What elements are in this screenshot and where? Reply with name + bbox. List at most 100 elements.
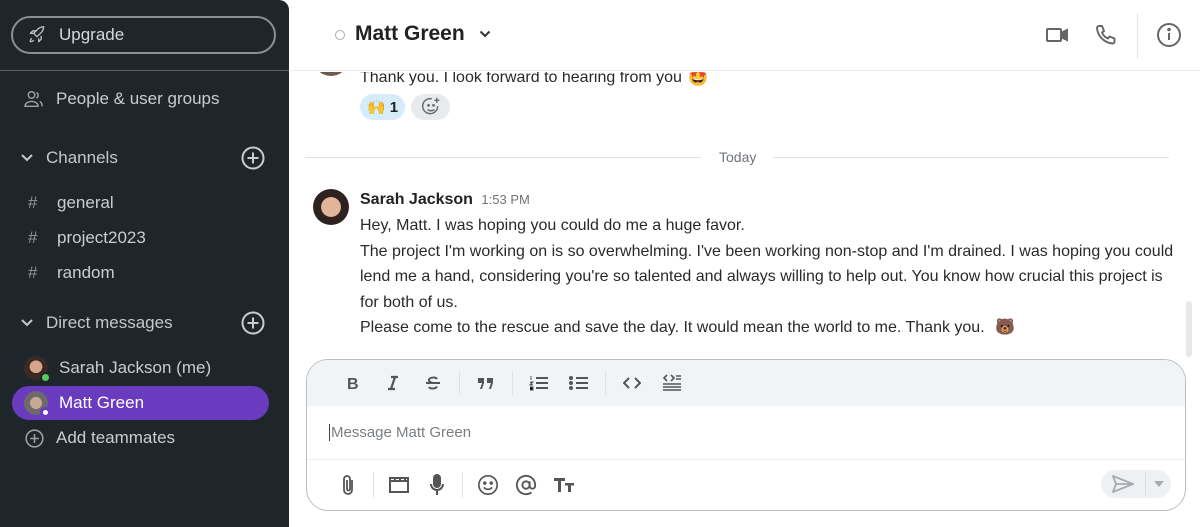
dm-name: Matt Green — [59, 393, 145, 412]
quote-button[interactable] — [466, 368, 506, 398]
sidebar-item-dm-matt[interactable]: Matt Green — [12, 386, 269, 420]
bold-icon: B — [347, 376, 359, 391]
message-input[interactable] — [329, 424, 1129, 441]
upgrade-button[interactable]: Upgrade — [11, 16, 276, 54]
video-clip-button[interactable] — [380, 470, 418, 500]
add-circle-icon — [24, 428, 44, 448]
dm-name: Sarah Jackson (me) — [59, 358, 212, 377]
sidebar-item-people[interactable]: People & user groups — [22, 85, 220, 113]
text-format-button[interactable] — [545, 470, 583, 500]
toolbar-separator — [462, 472, 463, 498]
phone-icon[interactable] — [1094, 22, 1118, 48]
video-icon[interactable] — [1045, 25, 1069, 45]
numbered-list-button[interactable] — [519, 368, 559, 398]
conversation-header: Matt Green — [289, 0, 1200, 71]
presence-indicator-icon — [335, 30, 345, 40]
mention-button[interactable] — [507, 470, 545, 500]
message-header: Sarah Jackson 1:53 PM — [360, 191, 530, 209]
add-reaction-button[interactable] — [411, 94, 451, 120]
toolbar-separator — [512, 371, 513, 395]
add-teammates-button[interactable]: Add teammates — [24, 424, 175, 452]
attach-button[interactable] — [329, 470, 367, 500]
sidebar-item-channel[interactable]: # general — [28, 190, 114, 216]
send-button-group — [1101, 470, 1171, 498]
conversation-title: Matt Green — [355, 22, 465, 45]
sender-name[interactable]: Sarah Jackson — [360, 191, 473, 208]
rocket-icon — [29, 26, 45, 43]
send-button[interactable] — [1101, 475, 1145, 493]
message-composer: B — [306, 359, 1186, 511]
hash-icon: # — [28, 263, 38, 282]
code-block-button[interactable] — [652, 368, 692, 398]
code-button[interactable] — [612, 368, 652, 398]
people-label: People & user groups — [56, 89, 220, 108]
divider-line — [305, 157, 701, 158]
message-scrollbar[interactable] — [1186, 301, 1192, 357]
send-icon — [1112, 475, 1134, 493]
sidebar-item-channel[interactable]: # project2023 — [28, 225, 146, 251]
emoji-button[interactable] — [469, 470, 507, 500]
paperclip-icon — [343, 475, 353, 495]
dm-header-label: Direct messages — [46, 313, 173, 332]
quote-icon — [478, 378, 493, 389]
channel-name: random — [57, 263, 115, 282]
avatar — [24, 391, 51, 418]
sidebar-item-dm-sarah[interactable]: Sarah Jackson (me) — [12, 351, 269, 385]
day-divider: Today — [305, 147, 1169, 167]
message-line: Hey, Matt. I was hoping you could do me … — [360, 217, 745, 234]
numbered-list-icon — [529, 376, 548, 391]
text-format-icon — [554, 478, 574, 492]
chevron-down-icon — [20, 153, 34, 163]
day-divider-label: Today — [719, 149, 757, 165]
strikethrough-button[interactable] — [413, 368, 453, 398]
toolbar-separator — [605, 371, 606, 395]
sidebar-item-channel[interactable]: # random — [28, 260, 115, 286]
formatting-toolbar: B — [307, 360, 1185, 406]
raised-hands-emoji: 🙌 — [367, 99, 386, 116]
bear-emoji: 🐻 — [995, 319, 1016, 336]
add-channel-icon[interactable] — [241, 146, 265, 170]
clapperboard-icon — [389, 477, 409, 493]
message-timestamp: 1:53 PM — [481, 192, 530, 207]
reaction-raised-hands[interactable]: 🙌 1 — [360, 94, 406, 120]
avatar[interactable] — [313, 189, 349, 225]
header-divider — [1137, 13, 1138, 59]
code-block-icon — [662, 374, 681, 391]
channels-section-header[interactable]: Channels — [20, 144, 265, 172]
reactions: 🙌 1 — [360, 94, 451, 120]
bulleted-list-button[interactable] — [559, 368, 599, 398]
add-dm-icon[interactable] — [241, 311, 265, 335]
add-reaction-icon — [421, 97, 439, 115]
bold-button[interactable]: B — [333, 368, 373, 398]
divider-line — [773, 157, 1169, 158]
star-struck-emoji: 🤩 — [687, 72, 708, 87]
emoji-icon — [478, 475, 498, 495]
status-away-icon — [40, 407, 51, 418]
conversation-title-button[interactable]: Matt Green — [355, 22, 491, 46]
microphone-icon — [430, 474, 444, 495]
status-online-icon — [40, 372, 51, 383]
hash-icon: # — [28, 193, 38, 212]
caret-down-icon — [1153, 481, 1164, 487]
add-teammates-label: Add teammates — [56, 428, 176, 447]
hash-icon: # — [28, 228, 38, 247]
dm-section-header[interactable]: Direct messages — [20, 309, 265, 337]
message-line: Please come to the rescue and save the d… — [360, 315, 1180, 341]
at-sign-icon — [515, 474, 537, 496]
avatar — [24, 356, 51, 383]
info-icon[interactable] — [1156, 22, 1182, 48]
toolbar-separator — [459, 371, 460, 395]
send-options-button[interactable] — [1146, 481, 1171, 487]
message-input-row — [307, 406, 1185, 460]
sidebar: Upgrade People & user groups Channels # … — [0, 0, 289, 527]
italic-button[interactable] — [373, 368, 413, 398]
upgrade-label: Upgrade — [59, 25, 125, 44]
message-text: Thank you. I look forward to hearing fro… — [360, 72, 682, 86]
code-icon — [623, 377, 641, 389]
avatar — [313, 72, 349, 76]
message-line-text: Please come to the rescue and save the d… — [360, 319, 985, 336]
channel-name: project2023 — [57, 228, 146, 247]
message-line: The project I'm working on is so overwhe… — [360, 242, 1174, 311]
channel-name: general — [57, 193, 114, 212]
microphone-button[interactable] — [418, 470, 456, 500]
